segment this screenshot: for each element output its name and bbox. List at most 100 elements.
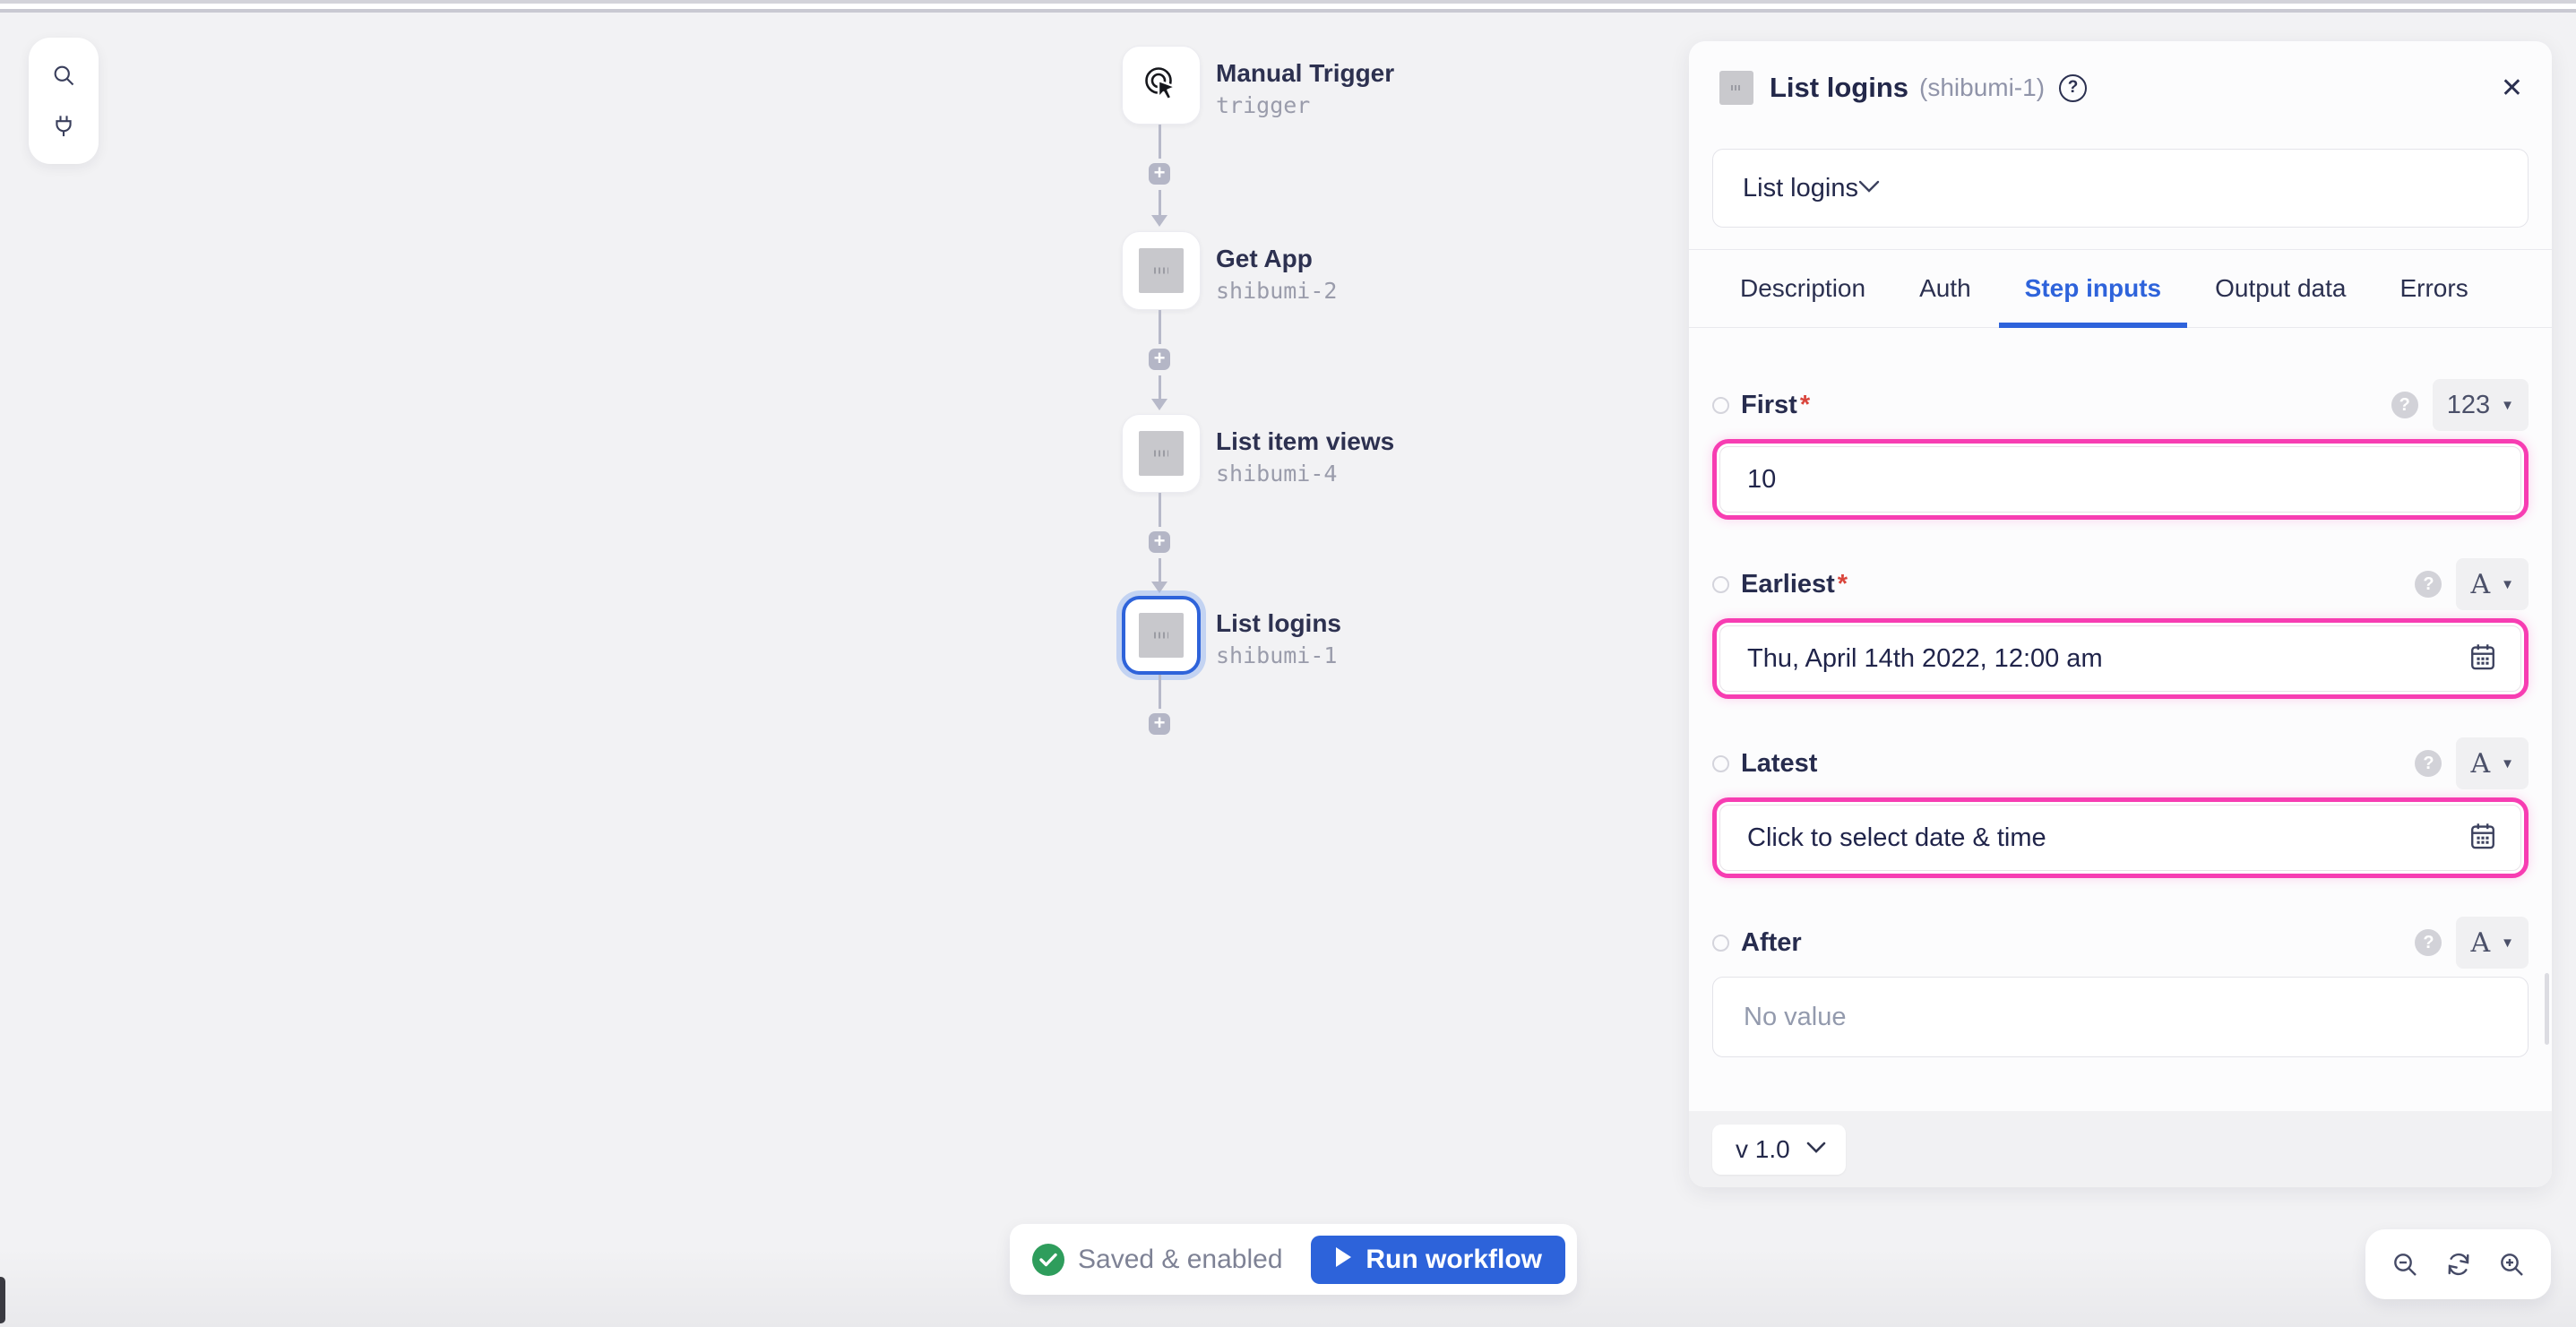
help-icon[interactable]: ? [2059,73,2088,102]
required-asterisk: * [1799,390,1811,419]
calendar-icon[interactable] [2468,642,2497,676]
node-list-logins[interactable] [1122,596,1201,675]
refresh-icon[interactable] [2444,1250,2473,1279]
field-label-row: Latest ? A ▼ [1712,737,2529,790]
add-step-button[interactable]: + [1149,531,1170,553]
connector-line [1159,675,1161,709]
connector-line [1159,558,1161,582]
required-asterisk: * [1837,569,1848,599]
panel-subtitle: (shibumi-1) [1919,73,2046,101]
canvas-zoom-controls [2365,1229,2551,1299]
panel-footer: v 1.0 [1689,1111,2552,1187]
node-subtitle: shibumi-4 [1216,461,1338,487]
search-icon[interactable] [51,63,76,88]
node-list-item-views[interactable] [1122,414,1201,493]
node-title: List logins [1216,609,1341,637]
action-select-value: List logins [1743,173,1858,202]
step-properties-panel: List logins (shibumi-1) ? ✕ List logins … [1689,41,2552,1187]
connector-arrow-icon [1151,215,1167,227]
add-step-button[interactable]: + [1149,349,1170,370]
panel-title: List logins [1770,72,1908,103]
node-subtitle: shibumi-2 [1216,278,1338,304]
version-select[interactable]: v 1.0 [1712,1124,1846,1175]
saved-check-icon [1032,1243,1064,1276]
add-step-button[interactable]: + [1149,713,1170,735]
chevron-down-icon [1858,180,1880,197]
close-icon[interactable]: ✕ [2501,73,2523,104]
first-input-wrapper [1712,439,2529,520]
node-label-get-app: Get App shibumi-2 [1216,244,1337,306]
node-label-list-item-views: List item views shibumi-4 [1216,427,1394,488]
caret-down-icon: ▼ [2501,576,2514,592]
step-inputs-form: First * ? 123 ▼ 10 Earliest * ? A ▼ Thu,… [1689,328,2552,1057]
plug-icon[interactable] [51,114,76,139]
type-selector-text[interactable]: A ▼ [2456,917,2529,969]
field-radio[interactable] [1712,934,1729,952]
panel-scrollbar[interactable] [2545,973,2549,1045]
node-title: Manual Trigger [1216,59,1395,87]
field-radio[interactable] [1712,575,1729,593]
connector-line [1159,190,1161,215]
field-label: After [1741,927,1802,957]
connector-line [1159,375,1161,399]
connector-line [1159,310,1161,344]
help-icon[interactable]: ? [2415,929,2442,956]
first-input[interactable] [1747,464,2497,495]
field-after: After ? A ▼ No value [1712,916,2529,1057]
run-workflow-button[interactable]: Run workflow [1311,1235,1565,1284]
add-step-button[interactable]: + [1149,163,1170,185]
zoom-in-icon[interactable] [2497,1250,2526,1279]
node-subtitle: trigger [1216,92,1311,118]
earliest-input-wrapper: Thu, April 14th 2022, 12:00 am [1712,618,2529,699]
field-radio[interactable] [1712,396,1729,414]
latest-datetime-value[interactable]: Click to select date & time [1747,823,2046,853]
help-icon[interactable]: ? [2391,392,2418,418]
latest-input-wrapper: Click to select date & time [1712,797,2529,878]
connector-arrow-icon [1151,399,1167,410]
cursor-click-icon [1140,62,1183,109]
chevron-down-icon [1806,1142,1826,1158]
type-selector-text[interactable]: A ▼ [2456,558,2529,610]
window-top-stripe [0,9,2576,13]
type-selector-text[interactable]: A ▼ [2456,737,2529,789]
after-input[interactable]: No value [1712,977,2529,1057]
node-subtitle: shibumi-1 [1216,642,1338,668]
tab-errors[interactable]: Errors [2399,250,2468,327]
calendar-icon[interactable] [2468,821,2497,856]
action-select[interactable]: List logins [1712,149,2529,228]
earliest-datetime-value[interactable]: Thu, April 14th 2022, 12:00 am [1747,644,2103,674]
caret-down-icon: ▼ [2501,755,2514,771]
field-first: First * ? 123 ▼ [1712,378,2529,520]
node-title: List item views [1216,427,1395,455]
caret-down-icon: ▼ [2501,397,2514,413]
tab-step-inputs[interactable]: Step inputs [1998,250,2188,328]
field-label-row: Earliest * ? A ▼ [1712,557,2529,611]
help-icon[interactable]: ? [2415,750,2442,777]
help-icon[interactable]: ? [2415,571,2442,598]
field-label-row: After ? A ▼ [1712,916,2529,969]
workflow-statusbar: Saved & enabled Run workflow [1010,1224,1577,1295]
type-selector-number[interactable]: 123 ▼ [2432,379,2529,431]
after-placeholder: No value [1744,1002,1847,1031]
app-placeholder-image [1139,431,1184,476]
version-label: v 1.0 [1736,1134,1790,1163]
canvas-toolbar [29,38,99,164]
field-label: Earliest [1741,569,1835,599]
connector-arrow-icon [1151,582,1167,593]
tab-description[interactable]: Description [1740,250,1865,327]
connector-line [1159,125,1161,159]
panel-header: List logins (shibumi-1) ? ✕ [1689,41,2552,134]
panel-tabs: Description Auth Step inputs Output data… [1689,250,2552,328]
tab-output-data[interactable]: Output data [2215,250,2346,327]
field-latest: Latest ? A ▼ Click to select date & time [1712,737,2529,878]
node-get-app[interactable] [1122,231,1201,310]
app-thumbnail [1719,71,1753,105]
field-radio[interactable] [1712,754,1729,772]
zoom-out-icon[interactable] [2391,1250,2419,1279]
play-icon [1334,1245,1352,1275]
window-corner [0,1277,5,1323]
tab-auth[interactable]: Auth [1919,250,1971,327]
app-placeholder-image [1139,613,1184,658]
node-manual-trigger[interactable] [1122,46,1201,125]
field-earliest: Earliest * ? A ▼ Thu, April 14th 2022, 1… [1712,557,2529,699]
